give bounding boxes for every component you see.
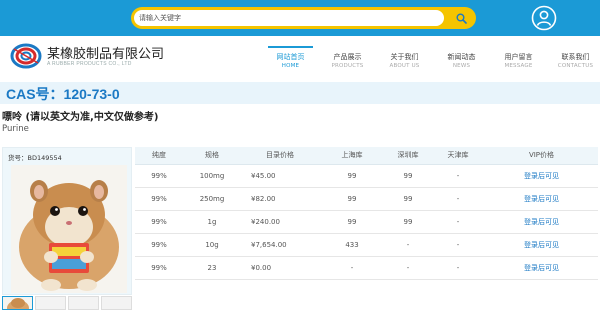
table-cell: 100mg — [183, 164, 241, 188]
table-cell: - — [385, 256, 431, 280]
table-cell: 10g — [183, 233, 241, 257]
table-cell: - — [431, 187, 485, 211]
table-cell: - — [431, 256, 485, 280]
user-icon — [531, 5, 557, 31]
product-name-cn: 嘌呤 (请以英文为准,中文仅做参考) — [2, 112, 159, 123]
nav-item-message[interactable]: 用户留言 MESSAGE — [490, 36, 547, 80]
nav-item-news[interactable]: 新闻动态 NEWS — [433, 36, 490, 80]
nav-item-label-en: MESSAGE — [504, 63, 533, 69]
thumbnail-strip — [2, 296, 132, 310]
thumbnail-2[interactable] — [35, 296, 66, 310]
table-cell: 99% — [135, 164, 183, 188]
search-icon — [456, 13, 467, 24]
logo-icon[interactable] — [8, 41, 44, 71]
nav-item-contactus[interactable]: 联系我们 CONTACTUS — [547, 36, 600, 80]
table-cell: 250mg — [183, 187, 241, 211]
cas-strip: CAS号：120-73-0 — [0, 82, 600, 104]
login-to-view-link[interactable]: 登录后可见 — [485, 210, 598, 234]
price-table: 纯度 规格 目录价格 上海库 深圳库 天津库 VIP价格 99% 100mg ¥45.00 99 9… — [135, 147, 598, 280]
site-header: 某橡胶制品有限公司 A RUBBER PRODUCTS CO., LTD 网站首… — [0, 36, 600, 80]
nav-item-about-us[interactable]: 关于我们 ABOUT US — [376, 36, 433, 80]
table-cell: 433 — [319, 233, 385, 257]
table-cell: 99 — [385, 164, 431, 188]
login-to-view-link[interactable]: 登录后可见 — [485, 187, 598, 211]
login-to-view-link[interactable]: 登录后可见 — [485, 233, 598, 257]
table-cell: - — [431, 210, 485, 234]
table-cell: - — [431, 164, 485, 188]
company-name: 某橡胶制品有限公司 — [47, 47, 165, 62]
search-input[interactable] — [134, 10, 444, 26]
nav-item-label: 新闻动态 — [447, 53, 476, 61]
table-body: 99% 100mg ¥45.00 99 99- 登录后可见 99% 250mg ¥82.00 99… — [135, 164, 598, 280]
user-account-button[interactable] — [531, 5, 557, 31]
table-cell: 99% — [135, 233, 183, 257]
nav-item-products[interactable]: 产品展示 PRODUCTS — [319, 36, 376, 80]
nav-item-label-en: PRODUCTS — [331, 63, 364, 69]
table-cell: 99% — [135, 187, 183, 211]
table-cell: - — [319, 256, 385, 280]
table-cell: 99 — [385, 187, 431, 211]
column-header: 上海库 — [319, 147, 385, 165]
nav-item-label-en: CONTACTUS — [557, 63, 594, 69]
nav-item-label: 联系我们 — [561, 53, 590, 61]
table-cell: 1g — [183, 210, 241, 234]
column-header: 深圳库 — [385, 147, 431, 165]
table-cell: 99 — [385, 210, 431, 234]
column-header: 规格 — [183, 147, 241, 165]
main-nav: 网站首页 HOME 产品展示 PRODUCTS 关于我们 ABOUT US 新闻动态 NEWS… — [262, 36, 600, 80]
table-row: 99% 250mg ¥82.00 99 99- 登录后可见 — [135, 187, 598, 211]
table-row: 99% 23 ¥0.00- - - 登录后可见 — [135, 256, 598, 280]
table-cell: 99 — [319, 164, 385, 188]
table-cell: ¥0.00 — [241, 256, 319, 280]
nav-item-label-en: ABOUT US — [389, 63, 420, 69]
nav-item-label-en: HOME — [281, 63, 300, 69]
cas-number: CAS号：120-73-0 — [6, 86, 120, 102]
search-button[interactable] — [451, 10, 471, 26]
table-row: 99% 10g ¥7,654.00 433- - 登录后可见 — [135, 233, 598, 257]
column-header: VIP价格 — [485, 147, 598, 165]
table-cell: 99 — [319, 210, 385, 234]
table-cell: 99% — [135, 210, 183, 234]
table-cell: ¥7,654.00 — [241, 233, 319, 257]
product-image — [11, 165, 127, 293]
top-bar — [0, 0, 600, 36]
table-cell: - — [385, 233, 431, 257]
product-name-en: Purine — [2, 124, 29, 134]
thumbnail-1[interactable] — [2, 296, 33, 310]
column-header: 纯度 — [135, 147, 183, 165]
table-cell: 99 — [319, 187, 385, 211]
nav-item-label: 用户留言 — [504, 53, 533, 61]
nav-item-label: 网站首页 — [276, 53, 305, 61]
login-to-view-link[interactable]: 登录后可见 — [485, 164, 598, 188]
product-image-panel: 货号：BD149554 — [2, 147, 132, 295]
table-cell: ¥240.00 — [241, 210, 319, 234]
thumbnail-4[interactable] — [101, 296, 132, 310]
table-cell: - — [431, 233, 485, 257]
nav-item-label-en: NEWS — [452, 63, 471, 69]
thumbnail-3[interactable] — [68, 296, 99, 310]
hamster-image — [11, 165, 127, 293]
table-row: 99% 1g ¥240.00 99 99- 登录后可见 — [135, 210, 598, 234]
table-cell: ¥45.00 — [241, 164, 319, 188]
column-header: 天津库 — [431, 147, 485, 165]
nav-item-label: 产品展示 — [333, 53, 362, 61]
table-cell: 23 — [183, 256, 241, 280]
company-name-en: A RUBBER PRODUCTS CO., LTD — [47, 61, 132, 67]
search-box — [131, 7, 476, 29]
table-cell: 99% — [135, 256, 183, 280]
product-code: 货号：BD149554 — [8, 154, 62, 162]
nav-item-home[interactable]: 网站首页 HOME — [262, 36, 319, 80]
table-header-row: 纯度 规格 目录价格 上海库 深圳库 天津库 VIP价格 — [135, 147, 598, 165]
table-row: 99% 100mg ¥45.00 99 99- 登录后可见 — [135, 164, 598, 188]
nav-item-label: 关于我们 — [390, 53, 419, 61]
login-to-view-link[interactable]: 登录后可见 — [485, 256, 598, 280]
column-header: 目录价格 — [241, 147, 319, 165]
table-cell: ¥82.00 — [241, 187, 319, 211]
